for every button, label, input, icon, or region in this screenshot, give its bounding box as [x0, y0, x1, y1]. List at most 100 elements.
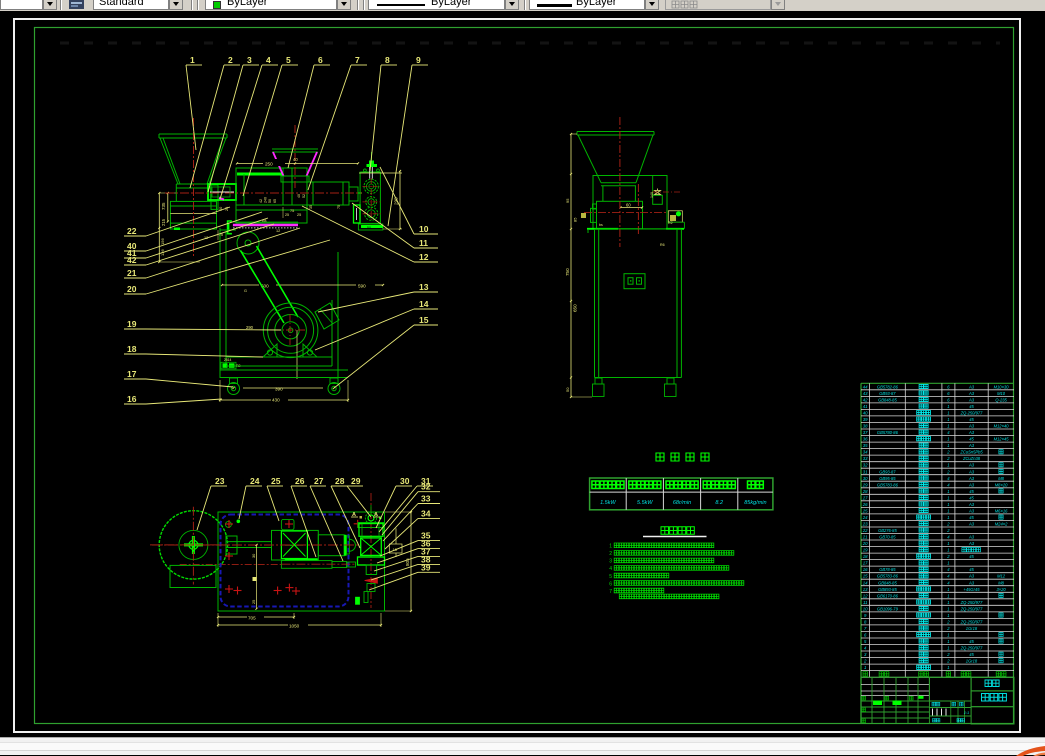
svg-text:650: 650 [573, 304, 578, 312]
svg-text:1: 1 [947, 606, 949, 611]
svg-text:A3: A3 [968, 469, 975, 474]
svg-text:1: 1 [609, 544, 612, 550]
svg-text:705: 705 [248, 616, 256, 621]
svg-text:34: 34 [863, 450, 868, 455]
svg-text:75: 75 [290, 209, 294, 213]
svg-text:ZQ-250/977: ZQ-250/977 [960, 646, 984, 651]
svg-text:34: 34 [421, 508, 431, 518]
svg-text:1: 1 [947, 541, 949, 546]
svg-text:A3: A3 [968, 476, 975, 481]
svg-text:25: 25 [285, 213, 289, 217]
svg-text:42: 42 [127, 255, 137, 265]
svg-text:14: 14 [419, 299, 429, 309]
svg-text:ZCuSn5Pb5: ZCuSn5Pb5 [959, 450, 983, 455]
svg-text:1: 1 [947, 593, 949, 598]
svg-text:20: 20 [127, 284, 137, 294]
svg-text:12: 12 [863, 593, 868, 598]
svg-text:5: 5 [609, 574, 612, 580]
svg-text:GB5783-86: GB5783-86 [877, 574, 899, 579]
svg-text:A3: A3 [968, 502, 975, 507]
svg-text:GB95-85: GB95-85 [879, 476, 896, 481]
svg-text:GB78-85: GB78-85 [879, 567, 896, 572]
svg-text:1Gr18: 1Gr18 [966, 659, 978, 664]
svg-text:R6: R6 [660, 243, 665, 247]
svg-text:750: 750 [565, 268, 570, 276]
svg-text:590: 590 [358, 284, 366, 289]
svg-text:16: 16 [127, 394, 137, 404]
svg-text:+45Gr45: +45Gr45 [963, 587, 980, 592]
svg-text:22: 22 [127, 226, 137, 236]
svg-text:A3: A3 [968, 424, 975, 429]
svg-text:ZQ-250/977: ZQ-250/977 [960, 619, 984, 624]
svg-text:1: 1 [947, 646, 949, 651]
svg-text:28: 28 [335, 476, 345, 486]
svg-text:1: 1 [947, 515, 949, 520]
svg-text:1: 1 [947, 411, 949, 416]
svg-text:M10: M10 [997, 391, 1006, 396]
svg-text:33: 33 [421, 494, 431, 504]
svg-text:A3: A3 [968, 522, 975, 527]
svg-text:430: 430 [272, 398, 280, 403]
svg-text:1: 1 [947, 587, 949, 592]
svg-text:ZQ-250/977: ZQ-250/977 [960, 600, 984, 605]
svg-text:25: 25 [862, 508, 868, 513]
svg-text:13: 13 [419, 282, 429, 292]
svg-text:1: 1 [947, 463, 949, 468]
svg-text:GB5783-86: GB5783-86 [877, 482, 899, 487]
svg-text:240: 240 [264, 197, 268, 203]
svg-text:M8: M8 [998, 580, 1004, 585]
svg-text:M24×2: M24×2 [995, 522, 1008, 527]
svg-text:2: 2 [609, 551, 612, 557]
svg-text:A3: A3 [968, 574, 975, 579]
svg-text:4: 4 [609, 566, 612, 572]
svg-text:42: 42 [863, 397, 868, 402]
svg-text:R2: R2 [668, 221, 673, 225]
svg-text:23: 23 [862, 522, 868, 527]
svg-text:50: 50 [268, 199, 272, 203]
svg-text:1: 1 [947, 600, 949, 605]
svg-text:M8: M8 [998, 476, 1004, 481]
svg-text:33: 33 [863, 456, 868, 461]
svg-text:44: 44 [863, 384, 868, 389]
svg-text:A3: A3 [968, 535, 975, 540]
svg-text:1: 1 [947, 508, 949, 513]
svg-text:GB93-87: GB93-87 [879, 391, 896, 396]
svg-text:1: 1 [947, 495, 949, 500]
svg-text:A3: A3 [968, 463, 975, 468]
svg-text:11: 11 [419, 238, 428, 248]
svg-text:1: 1 [947, 548, 949, 553]
svg-text:GB70-85: GB70-85 [879, 535, 896, 540]
svg-text:15: 15 [419, 315, 429, 325]
svg-text:1: 1 [947, 613, 949, 618]
svg-text:45: 45 [969, 495, 974, 500]
svg-text:30: 30 [400, 476, 410, 486]
svg-text:2: 2 [863, 659, 867, 664]
svg-text:M8×20: M8×20 [995, 482, 1008, 487]
svg-text:1: 1 [947, 443, 949, 448]
svg-text:39: 39 [421, 562, 431, 572]
svg-text:GB93-87: GB93-87 [879, 469, 896, 474]
svg-text:5: 5 [286, 55, 291, 65]
svg-text:42: 42 [259, 199, 263, 203]
svg-text:3×20: 3×20 [996, 587, 1006, 592]
svg-text:50: 50 [565, 387, 570, 392]
svg-text:22: 22 [862, 528, 868, 533]
svg-text:735: 735 [161, 202, 166, 210]
svg-text:A3: A3 [968, 397, 975, 402]
svg-text:A3: A3 [968, 482, 975, 487]
svg-text:M6×16: M6×16 [995, 508, 1008, 513]
svg-text:2: 2 [228, 55, 233, 65]
svg-text:156: 156 [160, 238, 165, 245]
svg-text:40: 40 [297, 194, 301, 198]
svg-text:45: 45 [969, 652, 974, 657]
svg-text:35: 35 [309, 205, 313, 209]
svg-text:25: 25 [271, 476, 281, 486]
svg-text:1: 1 [947, 424, 949, 429]
svg-text:250: 250 [265, 162, 273, 167]
svg-text:52: 52 [302, 194, 306, 198]
svg-text:1: 1 [947, 417, 949, 422]
svg-text:37: 37 [863, 430, 868, 435]
svg-text:A3: A3 [968, 580, 975, 585]
svg-text:ZQ-250/977: ZQ-250/977 [960, 606, 984, 611]
svg-text:1.5kW: 1.5kW [600, 500, 616, 506]
